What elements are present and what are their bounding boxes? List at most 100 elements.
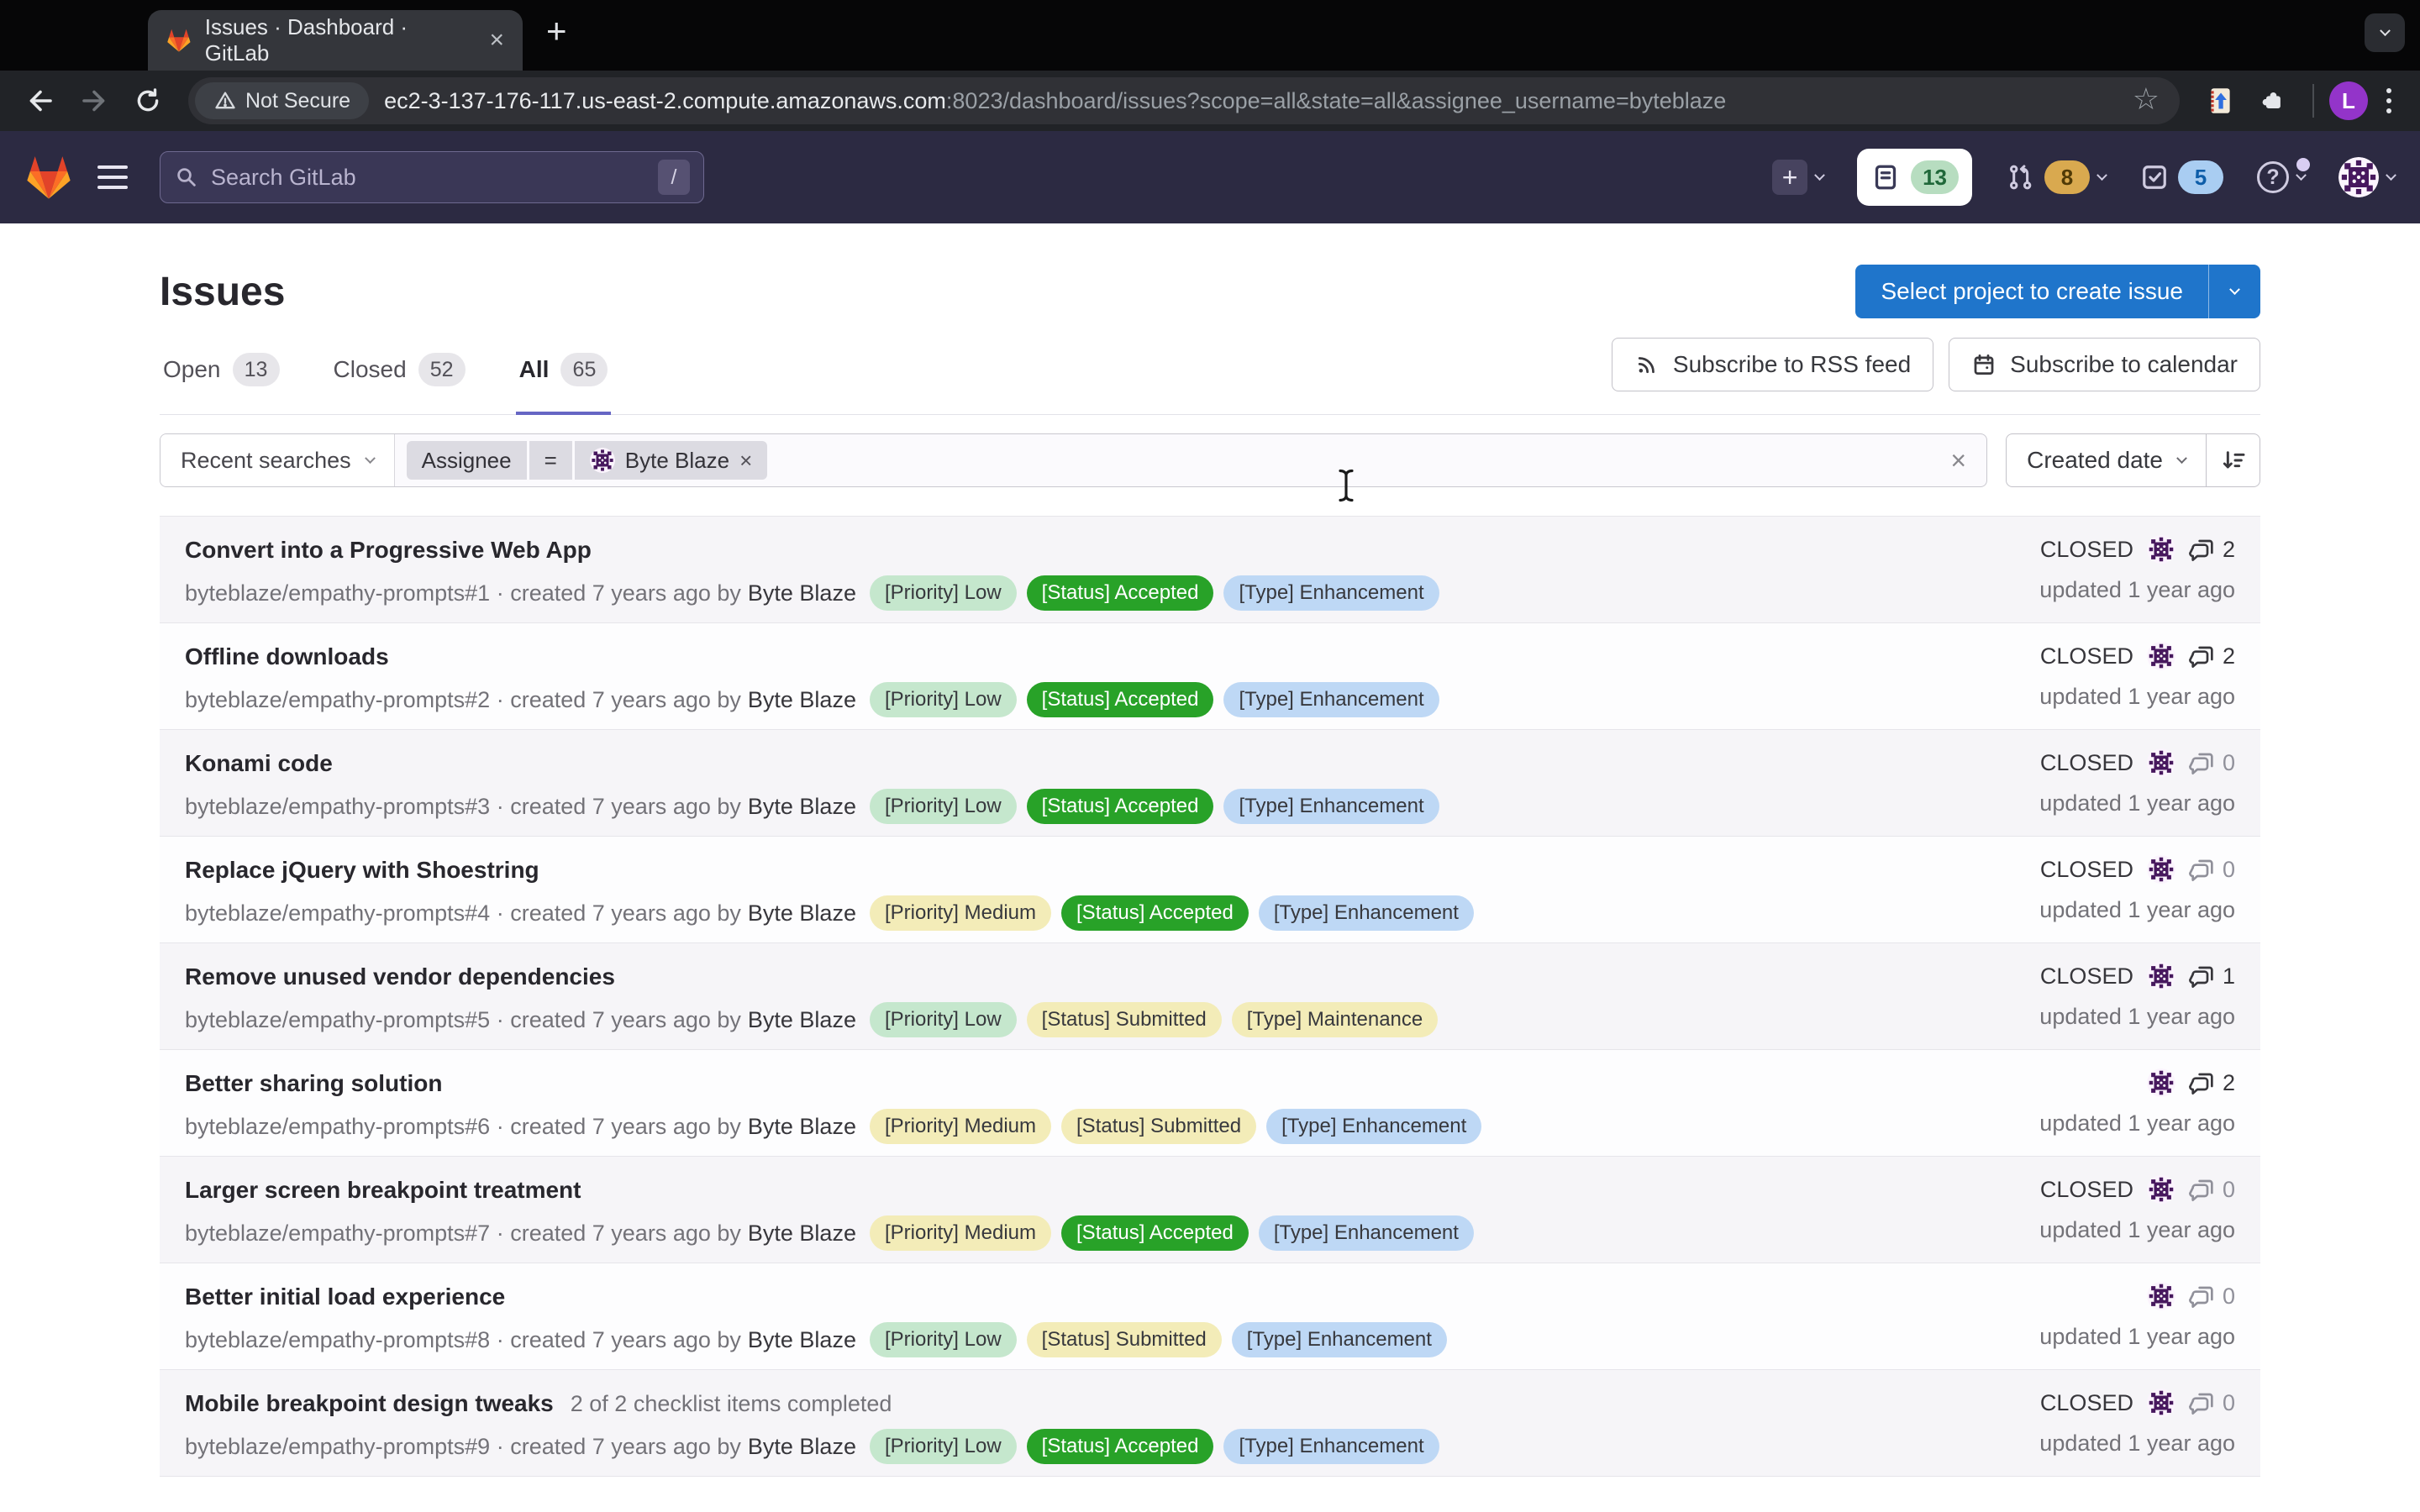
issue-comments-link[interactable]: 2 <box>2189 643 2235 669</box>
browser-menu-icon[interactable] <box>2375 88 2403 113</box>
label-badge[interactable]: [Priority] Medium <box>870 1109 1051 1144</box>
label-badge[interactable]: [Priority] Low <box>870 682 1017 717</box>
issue-comments-link[interactable]: 0 <box>2189 856 2235 883</box>
remove-token-icon[interactable]: × <box>739 448 752 474</box>
issue-author-link[interactable]: Byte Blaze <box>748 1221 856 1247</box>
issue-comments-link[interactable]: 2 <box>2189 1069 2235 1096</box>
issue-author-link[interactable]: Byte Blaze <box>748 1007 856 1033</box>
issue-comments-link[interactable]: 0 <box>2189 1176 2235 1203</box>
forward-icon[interactable] <box>71 77 118 124</box>
tab-search-icon[interactable] <box>2365 13 2405 52</box>
issue-title-link[interactable]: Better sharing solution <box>185 1070 442 1097</box>
tab-all[interactable]: All 65 <box>516 353 612 415</box>
label-badge[interactable]: [Status] Accepted <box>1027 682 1214 717</box>
extension-notebook-icon[interactable] <box>2196 77 2244 124</box>
issue-title-link[interactable]: Remove unused vendor dependencies <box>185 963 615 990</box>
issue-comments-link[interactable]: 0 <box>2189 749 2235 776</box>
assignee-avatar[interactable] <box>2147 642 2175 670</box>
filter-token-value[interactable]: Byte Blaze × <box>575 441 767 480</box>
label-badge[interactable]: [Status] Accepted <box>1061 895 1249 931</box>
subscribe-rss-button[interactable]: Subscribe to RSS feed <box>1612 338 1933 391</box>
label-badge[interactable]: [Type] Enhancement <box>1232 1322 1447 1357</box>
search-input[interactable]: Search GitLab / <box>160 151 704 203</box>
issue-comments-link[interactable]: 0 <box>2189 1283 2235 1310</box>
issue-author-link[interactable]: Byte Blaze <box>748 687 856 713</box>
label-badge[interactable]: [Priority] Medium <box>870 1215 1051 1251</box>
label-badge[interactable]: [Priority] Low <box>870 789 1017 824</box>
issue-author-link[interactable]: Byte Blaze <box>748 900 856 927</box>
label-badge[interactable]: [Type] Enhancement <box>1259 1215 1474 1251</box>
label-badge[interactable]: [Type] Maintenance <box>1232 1002 1438 1037</box>
issue-author-link[interactable]: Byte Blaze <box>748 794 856 820</box>
issue-author-link[interactable]: Byte Blaze <box>748 1434 856 1460</box>
tab-closed[interactable]: Closed 52 <box>330 353 469 415</box>
not-secure-chip[interactable]: Not Secure <box>195 82 369 119</box>
issue-title-link[interactable]: Better initial load experience <box>185 1284 505 1310</box>
extensions-puzzle-icon[interactable] <box>2250 77 2297 124</box>
user-menu-button[interactable] <box>2338 157 2395 197</box>
assignee-avatar[interactable] <box>2147 1389 2175 1417</box>
merge-requests-nav-button[interactable]: 8 <box>2006 160 2106 194</box>
assignee-avatar[interactable] <box>2147 1282 2175 1310</box>
hamburger-menu-icon[interactable] <box>97 165 128 189</box>
help-menu-button[interactable]: ? <box>2257 161 2305 193</box>
gitlab-logo-icon[interactable] <box>25 154 72 201</box>
create-issue-dropdown-toggle[interactable] <box>2208 265 2260 318</box>
issue-title-link[interactable]: Offline downloads <box>185 643 389 670</box>
assignee-avatar[interactable] <box>2147 748 2175 777</box>
tab-close-icon[interactable]: × <box>489 26 504 55</box>
issue-author-link[interactable]: Byte Blaze <box>748 580 856 606</box>
todos-nav-button[interactable]: 5 <box>2139 160 2223 194</box>
issue-title-link[interactable]: Replace jQuery with Shoestring <box>185 857 539 884</box>
assignee-avatar[interactable] <box>2147 1068 2175 1097</box>
label-badge[interactable]: [Type] Enhancement <box>1223 1429 1439 1464</box>
issue-author-link[interactable]: Byte Blaze <box>748 1114 856 1140</box>
label-badge[interactable]: [Status] Accepted <box>1027 575 1214 611</box>
label-badge[interactable]: [Status] Accepted <box>1061 1215 1249 1251</box>
label-badge[interactable]: [Priority] Low <box>870 575 1017 611</box>
new-menu-button[interactable]: + <box>1772 160 1823 195</box>
filter-token-operator[interactable]: = <box>529 441 572 480</box>
clear-search-icon[interactable]: × <box>1930 434 1986 486</box>
sort-dropdown[interactable]: Created date <box>2007 434 2206 486</box>
label-badge[interactable]: [Priority] Low <box>870 1322 1017 1357</box>
assignee-avatar[interactable] <box>2147 855 2175 884</box>
issue-comments-link[interactable]: 2 <box>2189 536 2235 563</box>
assignee-avatar[interactable] <box>2147 962 2175 990</box>
issue-author-link[interactable]: Byte Blaze <box>748 1327 856 1353</box>
issue-title-link[interactable]: Convert into a Progressive Web App <box>185 537 592 564</box>
bookmark-star-icon[interactable]: ☆ <box>2123 81 2173 120</box>
back-icon[interactable] <box>17 77 64 124</box>
issues-nav-button[interactable]: 13 <box>1857 149 1972 206</box>
issue-comments-link[interactable]: 1 <box>2189 963 2235 990</box>
assignee-avatar[interactable] <box>2147 1175 2175 1204</box>
subscribe-calendar-button[interactable]: Subscribe to calendar <box>1949 338 2260 391</box>
label-badge[interactable]: [Priority] Low <box>870 1002 1017 1037</box>
tab-open[interactable]: Open 13 <box>160 353 283 415</box>
label-badge[interactable]: [Status] Submitted <box>1027 1322 1222 1357</box>
label-badge[interactable]: [Type] Enhancement <box>1223 789 1439 824</box>
issue-title-link[interactable]: Konami code <box>185 750 333 777</box>
issue-comments-link[interactable]: 0 <box>2189 1389 2235 1416</box>
label-badge[interactable]: [Status] Submitted <box>1061 1109 1256 1144</box>
label-badge[interactable]: [Status] Accepted <box>1027 789 1214 824</box>
label-badge[interactable]: [Type] Enhancement <box>1223 682 1439 717</box>
browser-tab[interactable]: Issues · Dashboard · GitLab × <box>148 10 523 71</box>
filtered-search-bar[interactable]: Recent searches Assignee = Byte Blaze × … <box>160 433 1987 487</box>
label-badge[interactable]: [Status] Accepted <box>1027 1429 1214 1464</box>
issue-title-link[interactable]: Mobile breakpoint design tweaks <box>185 1390 554 1417</box>
recent-searches-dropdown[interactable]: Recent searches <box>160 434 395 486</box>
label-badge[interactable]: [Priority] Medium <box>870 895 1051 931</box>
new-tab-icon[interactable]: + <box>546 13 567 57</box>
address-bar[interactable]: Not Secure ec2-3-137-176-117.us-east-2.c… <box>188 77 2180 124</box>
filter-token-key[interactable]: Assignee <box>407 441 527 480</box>
browser-profile-badge[interactable]: L <box>2329 81 2368 120</box>
label-badge[interactable]: [Type] Enhancement <box>1266 1109 1481 1144</box>
assignee-avatar[interactable] <box>2147 535 2175 564</box>
reload-icon[interactable] <box>124 77 171 124</box>
issue-title-link[interactable]: Larger screen breakpoint treatment <box>185 1177 581 1204</box>
label-badge[interactable]: [Type] Enhancement <box>1259 895 1474 931</box>
label-badge[interactable]: [Priority] Low <box>870 1429 1017 1464</box>
select-project-to-create-issue-button[interactable]: Select project to create issue <box>1855 265 2208 318</box>
sort-direction-button[interactable] <box>2206 434 2260 486</box>
